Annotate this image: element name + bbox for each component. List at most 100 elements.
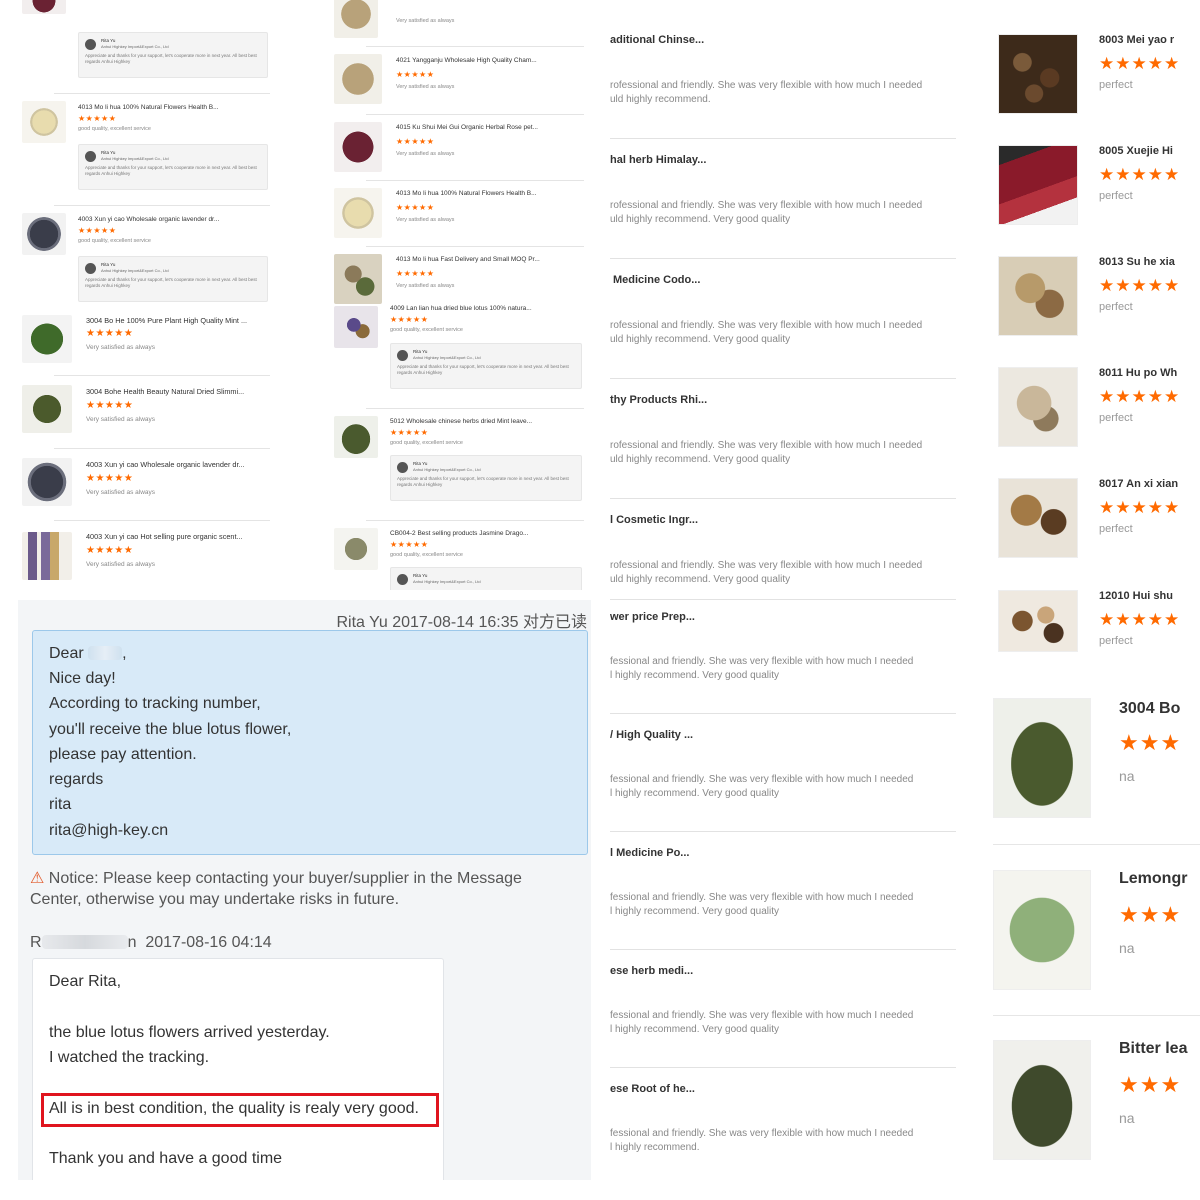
product-title[interactable]: 4013 Mo li hua 100% Natural Flowers Heal… <box>396 190 582 197</box>
product-title[interactable]: Bitter lea <box>1119 1040 1187 1058</box>
product-thumbnail[interactable] <box>22 0 66 14</box>
reply-company: Anhui Highkey Import&Export Co., Ltd <box>413 467 481 472</box>
reply-name: Rita Yu <box>101 262 116 267</box>
review-text: perfect <box>1099 79 1133 91</box>
product-title[interactable]: 8011 Hu po Wh <box>1099 367 1177 379</box>
product-title[interactable]: 4013 Mo li hua Fast Delivery and Small M… <box>396 256 582 263</box>
rating-stars: ★★★★★ <box>390 540 429 549</box>
product-title[interactable]: Lemongr <box>1119 870 1187 888</box>
product-title[interactable]: 3004 Bo He 100% Pure Plant High Quality … <box>86 316 268 325</box>
product-thumbnail[interactable] <box>998 256 1078 336</box>
review-text: l highly recommend. Very good quality <box>610 906 779 917</box>
product-thumbnail[interactable] <box>334 416 378 458</box>
rating-stars: ★★★★★ <box>86 545 134 556</box>
product-thumbnail[interactable] <box>993 698 1091 818</box>
rating-stars: ★★★★★ <box>86 400 134 411</box>
message-line: I watched the tracking. <box>49 1049 210 1066</box>
divider <box>610 949 956 950</box>
product-title[interactable]: 5012 Wholesale chinese herbs dried Mint … <box>390 418 582 425</box>
product-thumbnail[interactable] <box>998 478 1078 558</box>
review-text: Very satisfied as always <box>396 151 455 157</box>
product-title[interactable]: 4021 Yangganju Wholesale High Quality Ch… <box>396 57 582 64</box>
product-thumbnail[interactable] <box>22 101 66 143</box>
review-text: l highly recommend. Very good quality <box>610 670 779 681</box>
product-thumbnail[interactable] <box>998 34 1078 114</box>
product-thumbnail[interactable] <box>998 145 1078 225</box>
product-thumbnail[interactable] <box>334 306 378 348</box>
product-thumbnail[interactable] <box>22 315 72 363</box>
product-title[interactable]: 4013 Mo li hua 100% Natural Flowers Heal… <box>78 104 268 111</box>
product-thumbnail[interactable] <box>22 458 72 506</box>
product-thumbnail[interactable] <box>998 367 1078 447</box>
review-text: fessional and friendly. She was very fle… <box>610 656 914 667</box>
product-thumbnail[interactable] <box>993 1040 1091 1160</box>
product-thumbnail[interactable] <box>334 122 382 172</box>
product-title[interactable]: 4003 Xun yi cao Wholesale organic lavend… <box>86 460 268 469</box>
redacted-name <box>88 646 123 660</box>
reply-text: Appreciate and thanks for your support, … <box>85 53 257 64</box>
product-title[interactable]: Medicine Codo... <box>613 274 700 286</box>
rating-stars: ★★★ <box>1119 730 1182 755</box>
notice-banner: ⚠ Notice: Please keep contacting your bu… <box>30 868 570 910</box>
product-thumbnail[interactable] <box>22 532 72 580</box>
divider <box>610 498 956 499</box>
review-text: Very satisfied as always <box>86 489 156 496</box>
product-thumbnail[interactable] <box>334 254 382 304</box>
product-title[interactable]: aditional Chinse... <box>610 34 704 46</box>
redacted-name <box>41 935 128 949</box>
review-text: fessional and friendly. She was very fle… <box>610 1128 914 1139</box>
review-text: na <box>1119 1110 1135 1126</box>
product-title[interactable]: ese Root of he... <box>610 1083 695 1095</box>
product-title[interactable]: 8017 An xi xian <box>1099 478 1178 490</box>
product-title[interactable]: 8003 Mei yao r <box>1099 34 1174 46</box>
product-title[interactable]: wer price Prep... <box>610 611 695 623</box>
product-thumbnail[interactable] <box>998 590 1078 652</box>
product-thumbnail[interactable] <box>22 385 72 433</box>
product-thumbnail[interactable] <box>22 213 66 255</box>
product-title[interactable]: CB004-2 Best selling products Jasmine Dr… <box>390 530 582 537</box>
review-text: l highly recommend. Very good quality <box>610 1024 779 1035</box>
product-title[interactable]: 8013 Su he xia <box>1099 256 1175 268</box>
product-title[interactable]: 3004 Bo <box>1119 700 1180 718</box>
product-title[interactable]: 4003 Xun yi cao Wholesale organic lavend… <box>78 216 268 223</box>
divider <box>54 205 270 206</box>
product-thumbnail[interactable] <box>993 870 1091 990</box>
product-title[interactable]: 3004 Bohe Health Beauty Natural Dried Sl… <box>86 387 268 396</box>
message-email[interactable]: rita@high-key.cn <box>49 822 168 840</box>
product-title[interactable]: 12010 Hui shu <box>1099 590 1173 602</box>
message-time: 2017-08-16 04:14 <box>145 934 272 951</box>
product-thumbnail[interactable] <box>334 54 382 104</box>
review-text: perfect <box>1099 635 1133 647</box>
product-thumbnail[interactable] <box>334 0 378 38</box>
message-line: you'll receive the blue lotus flower, <box>49 721 292 738</box>
product-thumbnail[interactable] <box>334 188 382 238</box>
message-line: Nice day! <box>49 670 116 687</box>
review-text: Very satisfied as always <box>396 18 455 24</box>
product-title[interactable]: 8005 Xuejie Hi <box>1099 145 1173 157</box>
rating-stars: ★★★ <box>1119 902 1182 927</box>
review-text: Very satisfied as always <box>396 217 455 223</box>
rating-stars: ★★★★★ <box>86 473 134 484</box>
product-title[interactable]: / High Quality ... <box>610 729 693 741</box>
review-text: good quality, excellent service <box>390 327 463 333</box>
review-text: good quality, excellent service <box>390 552 463 558</box>
list-item <box>18 0 270 14</box>
product-title[interactable]: 4015 Ku Shui Mei Gui Organic Herbal Rose… <box>396 124 582 131</box>
avatar <box>85 151 96 162</box>
product-title[interactable]: 4009 Lan lian hua dried blue lotus 100% … <box>390 305 582 312</box>
rating-stars: ★★★★★ <box>396 203 435 212</box>
divider <box>54 93 270 94</box>
review-text: na <box>1119 940 1135 956</box>
product-title[interactable]: thy Products Rhi... <box>610 394 707 406</box>
product-title[interactable]: l Cosmetic Ingr... <box>610 514 698 526</box>
product-title[interactable]: hal herb Himalay... <box>610 154 706 166</box>
product-title[interactable]: ese herb medi... <box>610 965 693 977</box>
product-title[interactable]: 4003 Xun yi cao Hot selling pure organic… <box>86 532 268 541</box>
divider <box>366 246 584 247</box>
product-title[interactable]: l Medicine Po... <box>610 847 689 859</box>
divider <box>610 138 956 139</box>
message-bubble-buyer: Dear Rita, the blue lotus flowers arrive… <box>32 958 444 1180</box>
warning-icon: ⚠ <box>30 870 45 887</box>
product-thumbnail[interactable] <box>334 528 378 570</box>
review-text: rofessional and friendly. She was very f… <box>610 200 923 211</box>
